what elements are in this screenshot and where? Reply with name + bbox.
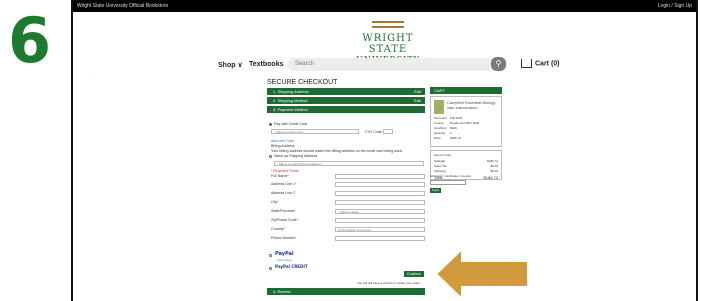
step-label: 3. Payment Method: [273, 107, 308, 112]
zip-label: Zip/Postal Code*: [271, 218, 298, 222]
continue-note: You will still have a chance to review y…: [357, 281, 421, 285]
book-cover-image: [434, 100, 444, 114]
top-bar: Wright State University Official Booksto…: [73, 0, 696, 12]
state-select[interactable]: - Select a State -: [335, 209, 425, 214]
state-label: State/Province*: [271, 209, 296, 213]
phone-label: Phone Number*: [271, 236, 297, 240]
shop-label: Shop: [218, 62, 236, 69]
paypal-credit-logo: PayPal CREDIT: [275, 264, 308, 269]
add-card-link[interactable]: Add new Card: [271, 139, 294, 143]
cart-header: CART: [430, 87, 502, 94]
decorative-dot: ·: [91, 75, 93, 81]
pointer-arrow-icon: [436, 247, 528, 301]
items-in-cart: Items in Cart: [434, 153, 452, 157]
address-line2-label: Address Line 2: [271, 191, 295, 195]
credit-card-select[interactable]: - Select a Credit Card -: [271, 129, 359, 134]
step-review: 4. Review: [267, 288, 425, 295]
step-label: 2. Shipping Method: [273, 98, 308, 103]
cvv-input[interactable]: [383, 129, 393, 134]
same-as-shipping-label: Same as Shipping Address: [274, 154, 318, 158]
billing-note: Your billing address should match the bi…: [271, 149, 403, 153]
step-label: 4. Review: [273, 289, 291, 294]
address-line1-input[interactable]: [335, 182, 425, 187]
full-name-input[interactable]: [335, 174, 425, 179]
zip-input[interactable]: [335, 218, 425, 223]
search-placeholder: Search: [295, 61, 315, 67]
search-button[interactable]: ⚲: [491, 57, 506, 71]
shop-menu[interactable]: Shop ∨: [218, 61, 243, 69]
country-label: Country*: [271, 227, 285, 231]
chevron-down-icon: ∨: [237, 62, 243, 69]
paypal-logo: PayPal: [275, 251, 294, 257]
item-detail-row: Quantity 1: [434, 131, 452, 135]
cart-item: Campbell Essential Biology ISBN: 9780134…: [430, 96, 502, 147]
cart-summary: CART Campbell Essential Biology ISBN: 97…: [430, 87, 502, 180]
city-input[interactable]: [335, 200, 425, 205]
logo-line1: WRIGHT STATE: [362, 33, 414, 55]
billing-address-heading: Billing Address: [271, 144, 295, 148]
gift-card-label: Gift Card / Certificate / Coupon: [430, 174, 472, 178]
previous-address-select[interactable]: - Select to Use Previous Address -: [274, 161, 424, 166]
required-note: * Required Fields: [271, 169, 299, 173]
cart-icon: [521, 59, 532, 68]
item-detail-row: Semester Fall 2020: [434, 116, 463, 120]
item-title[interactable]: Campbell Essential Biology: [447, 100, 495, 105]
gift-card-input[interactable]: [430, 180, 466, 185]
same-as-shipping-checkbox[interactable]: [269, 155, 272, 158]
search-input[interactable]: Search: [287, 58, 499, 71]
city-label: City*: [271, 200, 279, 204]
paypal-credit-radio[interactable]: [269, 267, 272, 270]
apply-button[interactable]: Apply: [430, 188, 441, 193]
edit-link[interactable]: Edit: [414, 98, 421, 103]
subtotal-row: Subtotal $186.72: [434, 159, 498, 163]
item-detail-row: Course Department BIO 1000: [434, 121, 480, 125]
address-line1-label: Address Line 1*: [271, 182, 297, 186]
phone-input[interactable]: [335, 236, 425, 241]
shipping-row: Shipping $0.00: [434, 169, 498, 173]
paypal-learn-more[interactable]: Learn More: [277, 258, 292, 262]
full-name-label: Full Name*: [271, 174, 289, 178]
pay-card-radio[interactable]: [269, 123, 272, 126]
cart-label: Cart (0): [535, 60, 560, 68]
step-label: 1. Shipping Address: [273, 89, 309, 94]
browser-frame: Wright State University Official Booksto…: [71, 0, 698, 301]
country-select[interactable]: United States of America: [335, 227, 425, 232]
pay-card-label: Pay with Credit Card: [274, 122, 307, 126]
paypal-radio[interactable]: [269, 254, 272, 257]
continue-button[interactable]: Continue: [404, 271, 424, 277]
item-detail-row: Price $186.72: [434, 136, 461, 140]
step-shipping-method[interactable]: 2. Shipping Method Edit: [267, 97, 425, 104]
step-shipping-address[interactable]: 1. Shipping Address Edit: [267, 88, 425, 95]
step-number: 6: [8, 4, 51, 77]
cart-link[interactable]: Cart (0): [521, 59, 560, 68]
login-link[interactable]: Login / Sign Up: [658, 3, 692, 9]
step-payment-method: 3. Payment Method: [267, 106, 425, 113]
item-detail-row: Condition NEW: [434, 126, 457, 130]
address-line2-input[interactable]: [335, 191, 425, 196]
store-name: Wright State University Official Booksto…: [77, 3, 169, 9]
checkout-title: SECURE CHECKOUT: [267, 79, 338, 86]
tax-row: Sales Tax $0.00: [434, 164, 498, 168]
airplane-icon: [368, 20, 408, 30]
textbooks-link[interactable]: Textbooks: [249, 61, 284, 68]
edit-link[interactable]: Edit: [414, 89, 421, 94]
item-isbn: ISBN: 9780134765037: [447, 106, 478, 110]
main-nav: Shop ∨ Textbooks Search ⚲ Cart (0): [73, 57, 696, 73]
search-icon: ⚲: [495, 59, 502, 68]
